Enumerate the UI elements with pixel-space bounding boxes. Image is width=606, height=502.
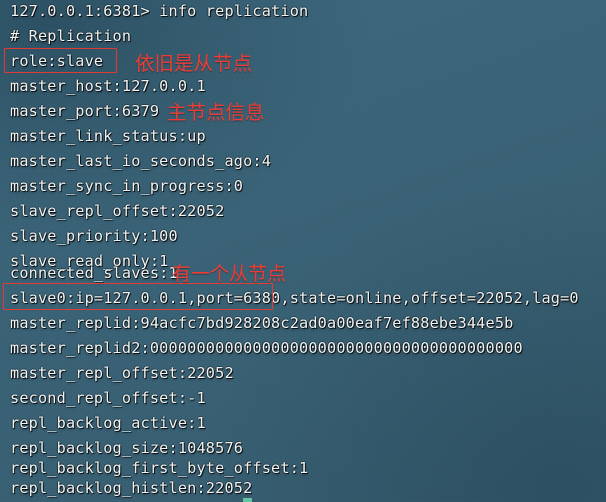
terminal-line-prompt: 127.0.0.1:6381> info replication [10,2,309,20]
terminal-cursor [243,498,252,502]
terminal-line-master-port: master_port:6379 [10,102,160,120]
annotation-role-slave: 依旧是从节点 [135,52,253,75]
terminal-line-second-repl-offset: second_repl_offset:-1 [10,389,206,407]
terminal-line-master-repl-offset: master_repl_offset:22052 [10,364,234,382]
terminal-line-master-replid2: master_replid2:0000000000000000000000000… [10,339,523,357]
terminal-line-master-replid: master_replid:94acfc7bd928208c2ad0a00eaf… [10,314,514,332]
terminal-line-slave0: slave0:ip=127.0.0.1,port=6380,state=onli… [10,289,579,307]
terminal-window[interactable]: 127.0.0.1:6381> info replication # Repli… [0,0,606,502]
terminal-line-repl-backlog-histlen: repl_backlog_histlen:22052 [10,479,253,497]
annotation-master-info: 主节点信息 [167,101,265,124]
terminal-line-repl-backlog-active: repl_backlog_active:1 [10,414,206,432]
terminal-line-slave-repl-offset: slave_repl_offset:22052 [10,202,225,220]
annotation-one-slave-node: 有一个从节点 [172,263,287,285]
terminal-line-master-last-io-seconds-ago: master_last_io_seconds_ago:4 [10,152,272,170]
terminal-line-connected-slaves: connected_slaves:1 [10,264,178,282]
terminal-line-master-link-status: master_link_status:up [10,127,206,145]
terminal-line-section-replication: # Replication [10,27,132,45]
terminal-line-slave-priority: slave_priority:100 [10,227,178,245]
terminal-line-role: role:slave [10,52,104,70]
terminal-line-master-sync-in-progress: master_sync_in_progress:0 [10,177,244,195]
